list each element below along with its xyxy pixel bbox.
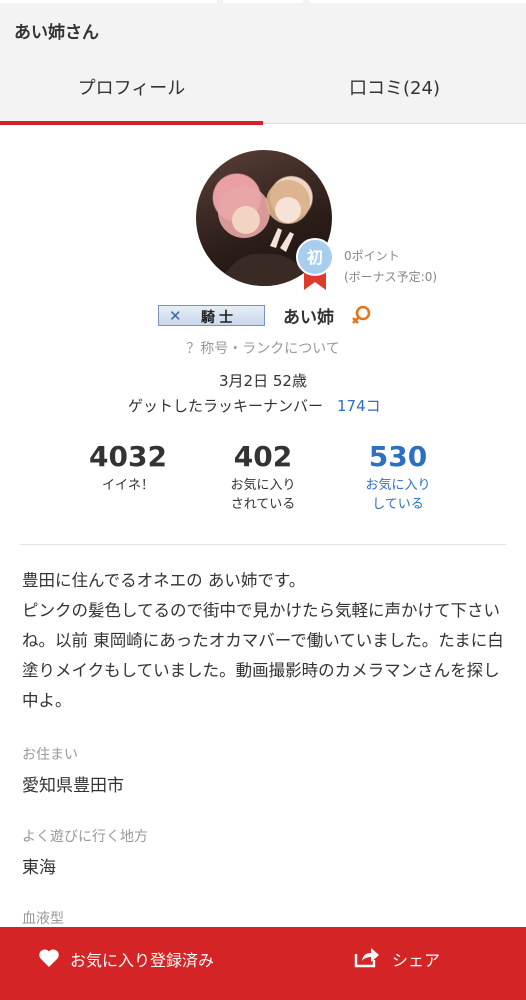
lucky-number-value[interactable]: 174コ — [337, 397, 381, 415]
heart-icon — [39, 949, 59, 967]
share-button-label: シェア — [392, 951, 441, 970]
points-bonus: (ボーナス予定:0) — [344, 270, 438, 284]
rank-badge[interactable]: ✕ 騎士 — [158, 305, 265, 326]
stat-label: お気に入り — [230, 478, 296, 493]
stat-label: している — [372, 497, 424, 512]
page-title: あい姉さん — [14, 23, 99, 43]
blood-type-label: 血液型 — [22, 911, 64, 927]
lucky-number-label: ゲットしたラッキーナンバー — [128, 397, 324, 415]
header-grip — [0, 0, 217, 3]
birthday-age: 3月2日 52歳 — [219, 372, 307, 390]
stat-favorited-by[interactable]: 402 お気に入り されている — [203, 440, 323, 514]
stat-label: されている — [230, 497, 296, 512]
tab-bar: プロフィール 口コミ(24) — [0, 58, 526, 125]
tab-reviews[interactable]: 口コミ(24) — [263, 58, 526, 124]
stat-value: 402 — [233, 440, 293, 473]
tab-profile[interactable]: プロフィール — [0, 58, 263, 125]
residence-value: 愛知県豊田市 — [22, 776, 124, 796]
area-label: よく遊びに行く地方 — [22, 829, 148, 845]
header-grip — [223, 0, 303, 3]
app-header: あい姉さん — [0, 0, 526, 58]
points-value: 0ポイント — [344, 249, 400, 263]
bottom-action-bar: お気に入り登録済み シェア — [0, 927, 526, 1000]
rank-help-link[interactable]: ？称号・ランクについて — [0, 338, 526, 358]
stat-label: お気に入り — [365, 478, 431, 493]
beginner-badge-icon: 初 — [296, 238, 334, 290]
stat-value: 4032 — [89, 440, 167, 473]
female-icon — [352, 305, 371, 324]
beginner-badge-label: 初 — [307, 248, 323, 267]
rank-row: ✕ 騎士 あい姉 — [0, 300, 526, 330]
stat-likes: 4032 イイネ！ — [68, 440, 188, 495]
share-icon — [354, 948, 379, 968]
divider — [20, 544, 506, 545]
nickname: あい姉 — [283, 308, 334, 328]
stats-row: 4032 イイネ！ 402 お気に入り されている 530 お気に入り している — [0, 440, 526, 520]
header-grip — [309, 0, 526, 3]
bio-text: 豊田に住んでるオネエの あい姉です。 ピンクの髪色してるので街中で見かけたら気軽… — [22, 566, 512, 716]
rank-label: 騎士 — [201, 310, 237, 326]
stat-favoriting[interactable]: 530 お気に入り している — [338, 440, 458, 514]
points-info: 0ポイント (ボーナス予定:0) — [344, 246, 437, 288]
bio-line: 豊田に住んでるオネエの あい姉です。 — [22, 571, 306, 590]
lucky-number-row: ゲットしたラッキーナンバー 174コ — [128, 395, 381, 416]
area-value: 東海 — [22, 858, 56, 878]
bio-line: ピンクの髪色してるので街中で見かけたら気軽に声かけて下さいね。以前 東岡崎にあっ… — [22, 601, 504, 710]
crossed-swords-icon: ✕ — [169, 307, 182, 325]
favorite-button-label: お気に入り登録済み — [70, 951, 215, 970]
stat-value: 530 — [368, 440, 428, 473]
stat-label: イイネ！ — [101, 478, 154, 493]
residence-label: お住まい — [22, 747, 78, 763]
